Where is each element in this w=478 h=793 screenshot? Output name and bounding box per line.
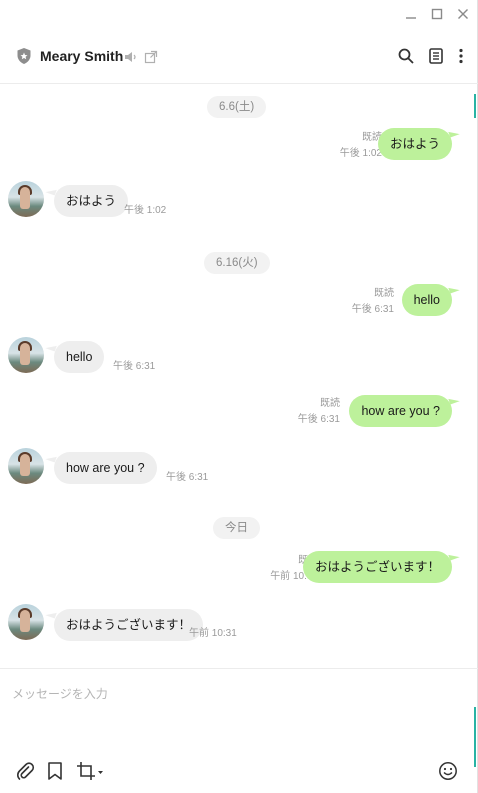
contact-name[interactable]: Meary Smith xyxy=(40,48,123,64)
crop-icon[interactable] xyxy=(76,761,104,785)
paperclip-icon[interactable] xyxy=(15,761,35,785)
notes-icon[interactable] xyxy=(427,47,445,69)
message-time: 午後 6:31 xyxy=(297,414,340,425)
date-separator: 6.16(火) xyxy=(204,252,270,274)
search-icon[interactable] xyxy=(397,47,415,69)
window-controls xyxy=(403,6,471,22)
emoji-icon[interactable] xyxy=(438,761,458,785)
avatar[interactable] xyxy=(8,448,44,484)
their-message-bubble[interactable]: how are you ? xyxy=(54,452,157,484)
read-receipt: 既読 xyxy=(320,398,340,409)
more-vertical-icon[interactable] xyxy=(452,47,470,69)
message-time: 午後 1:02 xyxy=(339,148,382,159)
bubble-tail xyxy=(448,128,460,138)
bubble-tail xyxy=(448,284,460,294)
date-separator: 6.6(土) xyxy=(207,96,267,118)
bookmark-icon[interactable] xyxy=(46,761,64,785)
input-scrollbar xyxy=(474,707,476,767)
read-receipt: 既読 xyxy=(374,288,394,299)
speaker-mute-icon[interactable] xyxy=(124,49,138,68)
message-time: 午後 6:31 xyxy=(113,361,156,372)
my-message-bubble[interactable]: おはようございます！ xyxy=(302,551,452,583)
avatar[interactable] xyxy=(8,337,44,373)
their-message-bubble[interactable]: hello xyxy=(54,341,105,373)
external-link-icon[interactable] xyxy=(144,49,158,68)
shield-icon xyxy=(16,47,32,69)
avatar[interactable] xyxy=(8,181,44,217)
date-separator: 今日 xyxy=(213,517,260,539)
their-message-bubble[interactable]: おはよう xyxy=(54,185,129,217)
chat-header: Meary Smith xyxy=(0,36,478,84)
close-icon[interactable] xyxy=(455,6,471,22)
chat-window: Meary Smith 6.6(土) 既読 午後 1:02 おはよう おはよう … xyxy=(0,0,478,793)
their-message-bubble[interactable]: おはようございます！ xyxy=(54,609,204,641)
message-time: 午後 6:31 xyxy=(166,472,209,483)
my-message-bubble[interactable]: how are you ? xyxy=(349,395,452,427)
bubble-tail xyxy=(448,551,460,561)
message-time: 午後 1:02 xyxy=(124,205,167,216)
message-list[interactable]: 6.6(土) 既読 午後 1:02 おはよう おはよう 午後 1:02 6.16… xyxy=(0,84,478,668)
minimize-icon[interactable] xyxy=(403,6,419,22)
message-time: 午前 10:31 xyxy=(189,628,237,639)
bubble-tail xyxy=(448,395,460,405)
my-message-bubble[interactable]: おはよう xyxy=(377,128,452,160)
message-input[interactable]: メッセージを入力 xyxy=(12,685,108,702)
avatar[interactable] xyxy=(8,604,44,640)
message-time: 午後 6:31 xyxy=(351,304,394,315)
scrollbar-thumb[interactable] xyxy=(474,94,476,118)
maximize-icon[interactable] xyxy=(429,6,445,22)
my-message-bubble[interactable]: hello xyxy=(401,284,452,316)
message-composer: メッセージを入力 xyxy=(0,668,478,793)
